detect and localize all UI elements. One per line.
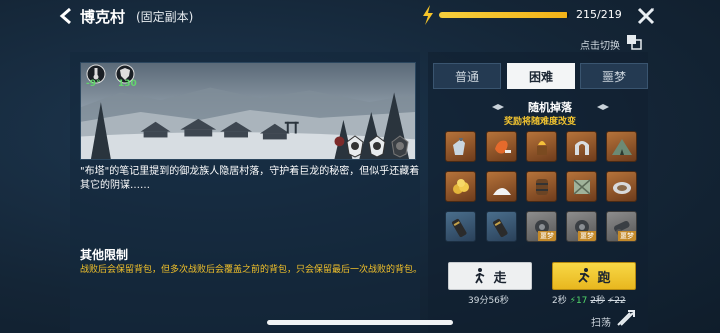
ornament-left-icon — [492, 104, 504, 110]
temperature-value: -9° — [86, 79, 101, 89]
limits-text: 战败后会保留背包，但多次战败后会覆盖之前的背包，只会保留最后一次战败的背包。 — [80, 265, 423, 275]
shield-value: 130 — [118, 79, 137, 89]
drop-item[interactable] — [606, 171, 637, 202]
drop-item[interactable]: 噩梦 — [526, 211, 557, 242]
drop-item[interactable]: 噩梦 — [566, 211, 597, 242]
drops-subtitle: 奖励将随难度改变 — [503, 117, 576, 127]
run-old-time: 2秒 — [590, 296, 605, 306]
drop-item[interactable] — [566, 131, 597, 162]
gold-coins-icon — [453, 179, 469, 194]
nightmare-tag: 噩梦 — [618, 231, 636, 241]
page-subtitle: (固定副本) — [136, 10, 194, 24]
lightning-icon — [423, 5, 433, 25]
drop-item[interactable] — [445, 211, 476, 242]
running-man-icon — [578, 268, 591, 283]
back-arrow-icon[interactable] — [58, 7, 74, 25]
sweep-icon[interactable] — [616, 309, 636, 327]
fire-pot-icon — [537, 141, 547, 155]
scene-description: "布塔"的笔记里提到的御龙族人隐居村落，守护着巨龙的秘密，但似乎还藏着其它的阴谋… — [80, 166, 420, 191]
drop-item[interactable] — [486, 211, 517, 242]
tab-hard[interactable]: 困难 — [507, 63, 575, 89]
nightmare-tag: 噩梦 — [538, 231, 556, 241]
walking-man-icon — [475, 268, 485, 284]
switch-icon[interactable] — [626, 34, 642, 50]
drop-item[interactable] — [526, 131, 557, 162]
run-button[interactable]: 跑 — [552, 262, 636, 290]
skull-badge-icon — [346, 135, 364, 158]
energy-counter: 215/219 — [576, 8, 622, 21]
tab-normal[interactable]: 普通 — [433, 63, 501, 89]
walk-time: 39分56秒 — [468, 296, 509, 306]
run-label: 跑 — [597, 270, 611, 286]
crate-icon — [573, 179, 591, 195]
drops-title: 随机掉落 — [528, 101, 572, 114]
run-info: 2秒 ⚡17 2秒 ⚡22 — [552, 293, 626, 306]
run-old-energy: 22 — [614, 296, 626, 306]
drop-item[interactable] — [486, 131, 517, 162]
meat-icon — [495, 140, 511, 154]
page-title: 博克村 — [80, 8, 126, 26]
drop-item[interactable]: 噩梦 — [606, 211, 637, 242]
tent-icon — [612, 139, 632, 155]
horseshoe-magnet-icon — [575, 141, 589, 155]
barrel-icon — [536, 179, 548, 195]
energy-bar-fill — [439, 12, 567, 18]
plate-icon — [613, 182, 631, 194]
energy-bar — [439, 12, 569, 18]
drop-item[interactable] — [606, 131, 637, 162]
scroll-icon — [452, 218, 467, 238]
limits-title: 其他限制 — [80, 248, 129, 262]
header: 博克村 (固定副本) 215/219 — [0, 0, 720, 32]
drop-item[interactable] — [445, 131, 476, 162]
skull-badge-icon — [368, 135, 386, 158]
tab-nightmare[interactable]: 噩梦 — [580, 63, 648, 89]
drop-item[interactable] — [445, 171, 476, 202]
drop-item[interactable] — [486, 171, 517, 202]
skull-badge-icon — [391, 135, 409, 158]
switch-label[interactable]: 点击切换 — [580, 37, 620, 52]
home-indicator — [267, 320, 453, 325]
scroll-icon — [493, 218, 508, 238]
walk-button[interactable]: 走 — [448, 262, 532, 290]
potion-bag-icon — [453, 138, 465, 155]
raid-label[interactable]: 扫荡 — [591, 314, 611, 329]
ornament-right-icon — [597, 104, 609, 110]
nightmare-tag: 噩梦 — [578, 231, 596, 241]
drop-item[interactable] — [526, 171, 557, 202]
salt-pile-icon — [493, 188, 511, 195]
run-energy: 17 — [575, 296, 588, 306]
close-icon[interactable] — [636, 6, 656, 26]
drop-item[interactable] — [566, 171, 597, 202]
run-time: 2秒 — [552, 296, 567, 306]
walk-label: 走 — [493, 270, 507, 286]
